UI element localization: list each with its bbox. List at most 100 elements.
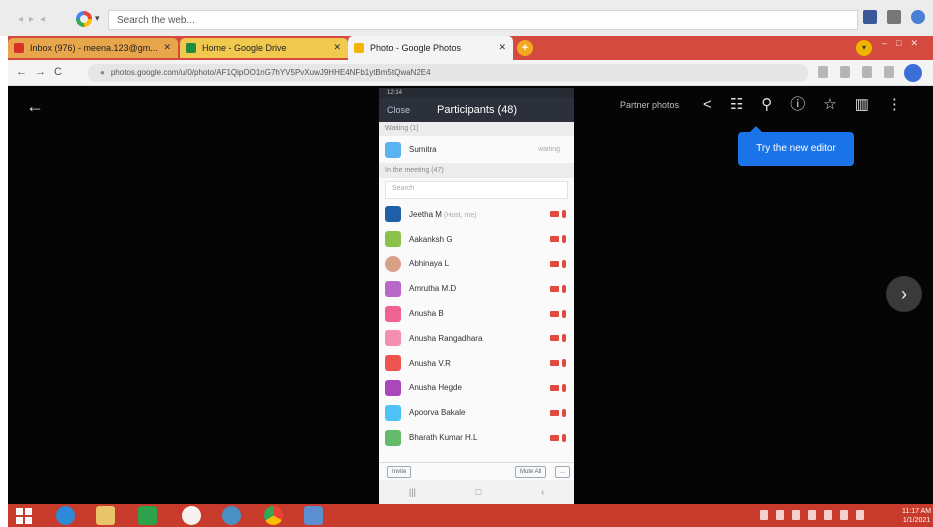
tab-strip: Inbox (976) - meena.123@gm... ✕ Home - G… — [8, 36, 933, 60]
list-item[interactable]: Anusha B — [379, 301, 574, 326]
mute-all-button[interactable]: Mute All — [515, 466, 547, 478]
muted-mic-icon — [550, 210, 568, 219]
muted-mic-icon — [550, 408, 568, 417]
partner-photos-label[interactable]: Partner photos — [620, 100, 679, 110]
list-item[interactable]: Bharath Kumar H.L — [379, 425, 574, 450]
photos-icon[interactable] — [304, 506, 323, 525]
edit-icon[interactable]: ☷ — [730, 96, 743, 114]
list-item[interactable]: Anusha Hegde — [379, 376, 574, 401]
participant-search-input[interactable]: Search — [385, 181, 568, 199]
muted-mic-icon — [550, 433, 568, 442]
list-item[interactable]: Apoorva Bakale — [379, 400, 574, 425]
wifi-icon[interactable] — [824, 510, 832, 520]
recent-apps-icon[interactable]: ||| — [409, 487, 416, 497]
delete-icon[interactable]: ▥ — [855, 96, 869, 114]
participant-list: Jeetha M (Host, me) Aakanksh G Abhinaya L… — [379, 202, 574, 450]
time-text: 11:17 AM — [902, 508, 932, 515]
waiting-status: waiting — [538, 146, 560, 153]
list-item[interactable]: Anusha V.R — [379, 351, 574, 376]
tab-search-icon[interactable]: ▾ — [856, 40, 872, 56]
avatar — [385, 404, 401, 421]
network-icon[interactable] — [760, 510, 768, 520]
new-tab-button[interactable]: + — [517, 40, 533, 56]
address-bar-icons — [818, 66, 894, 78]
participants-header: Close Participants (48) — [379, 98, 574, 122]
list-item[interactable]: Jeetha M (Host, me) — [379, 202, 574, 227]
cloud-icon[interactable] — [182, 506, 201, 525]
muted-mic-icon — [550, 383, 568, 392]
up-arrow-icon[interactable] — [776, 510, 784, 520]
chevron-down-icon[interactable]: ▾ — [95, 13, 100, 24]
tab-drive[interactable]: Home - Google Drive ✕ — [180, 38, 348, 58]
star-icon[interactable]: ☆ — [823, 96, 836, 114]
close-button[interactable]: Close — [387, 105, 410, 115]
muted-mic-icon — [550, 259, 568, 268]
close-icon[interactable]: ✕ — [498, 42, 506, 53]
back-arrow-icon[interactable]: ← — [26, 96, 44, 117]
bookmark-icon[interactable] — [840, 66, 850, 78]
outer-nav-arrows[interactable]: ◂▸◂ — [18, 14, 68, 25]
waiting-participant-row[interactable]: Sumitra waiting — [379, 136, 574, 164]
lock-icon: ● — [100, 68, 105, 77]
participant-name: Anusha Hegde — [409, 383, 462, 393]
profile-avatar[interactable] — [904, 64, 922, 82]
avatar — [385, 255, 401, 272]
ie-icon[interactable] — [56, 506, 75, 525]
avatar — [385, 305, 401, 322]
battery-icon[interactable] — [792, 510, 800, 520]
reading-list-icon[interactable] — [884, 66, 894, 78]
list-item[interactable]: Anusha Rangadhara — [379, 326, 574, 351]
screen: ◂▸◂ ▾ Search the web... Inbox (976) - me… — [0, 0, 933, 527]
participants-footer: Invite Mute All ... — [379, 462, 574, 480]
participant-name: Amrutha M.D — [409, 284, 457, 294]
flag-icon[interactable] — [808, 510, 816, 520]
list-item[interactable]: Aakanksh G — [379, 227, 574, 252]
more-button[interactable]: ... — [555, 466, 571, 478]
avatar — [385, 141, 401, 158]
extension-icon[interactable] — [862, 66, 872, 78]
bell-icon[interactable] — [887, 10, 901, 24]
share-icon[interactable]: < — [703, 96, 712, 114]
participant-name: Anusha Rangadhara — [409, 333, 483, 343]
tab-photos[interactable]: Photo - Google Photos ✕ — [348, 36, 513, 60]
settings-icon[interactable] — [222, 506, 241, 525]
clock[interactable]: 11:17 AM 1/1/2021 — [902, 507, 931, 525]
back-icon[interactable]: ‹ — [541, 487, 544, 497]
close-icon[interactable]: ✕ — [333, 42, 341, 53]
next-photo-button[interactable]: › — [886, 276, 922, 312]
muted-mic-icon — [550, 284, 568, 293]
chrome-icon[interactable] — [264, 506, 283, 525]
windows-start-icon[interactable] — [16, 508, 32, 524]
store-icon[interactable] — [138, 506, 157, 525]
window-controls[interactable]: –□✕ — [882, 38, 927, 49]
date-text: 1/1/2021 — [902, 517, 931, 524]
invite-button[interactable]: Invite — [387, 466, 412, 478]
outer-search-input[interactable]: Search the web... — [108, 10, 858, 30]
volume-icon[interactable] — [840, 510, 848, 520]
account-icon[interactable] — [911, 10, 925, 24]
language-icon[interactable] — [856, 510, 864, 520]
tab-label: Home - Google Drive — [202, 43, 287, 53]
list-item[interactable]: Abhinaya L — [379, 252, 574, 277]
participant-name: Anusha B — [409, 309, 444, 319]
viewer-toolbar: Partner photos < ☷ ⚲ ⓘ ☆ ▥ ⋮ — [620, 96, 902, 114]
address-bar-row: ←→C ● photos.google.com/u/0/photo/AF1QipO… — [8, 60, 933, 86]
home-icon[interactable]: □ — [476, 487, 481, 497]
more-icon[interactable]: ⋮ — [928, 66, 933, 80]
file-explorer-icon[interactable] — [96, 506, 115, 525]
gmail-icon — [14, 43, 24, 53]
zoom-icon[interactable]: ⚲ — [761, 96, 772, 114]
google-icon[interactable] — [76, 11, 92, 27]
list-item[interactable]: Amrutha M.D — [379, 276, 574, 301]
url-input[interactable]: ● photos.google.com/u/0/photo/AF1QipOO1nG… — [88, 64, 808, 82]
participant-name: Bharath Kumar H.L — [409, 433, 478, 443]
extension-icon[interactable] — [863, 10, 877, 24]
translate-icon[interactable] — [818, 66, 828, 78]
try-new-editor-tooltip[interactable]: Try the new editor — [738, 126, 854, 166]
more-icon[interactable]: ⋮ — [887, 96, 902, 114]
tab-gmail[interactable]: Inbox (976) - meena.123@gm... ✕ — [8, 38, 178, 58]
close-icon[interactable]: ✕ — [163, 42, 171, 53]
drive-icon — [186, 43, 196, 53]
info-icon[interactable]: ⓘ — [790, 96, 805, 114]
browser-nav-buttons[interactable]: ←→C — [16, 66, 70, 78]
